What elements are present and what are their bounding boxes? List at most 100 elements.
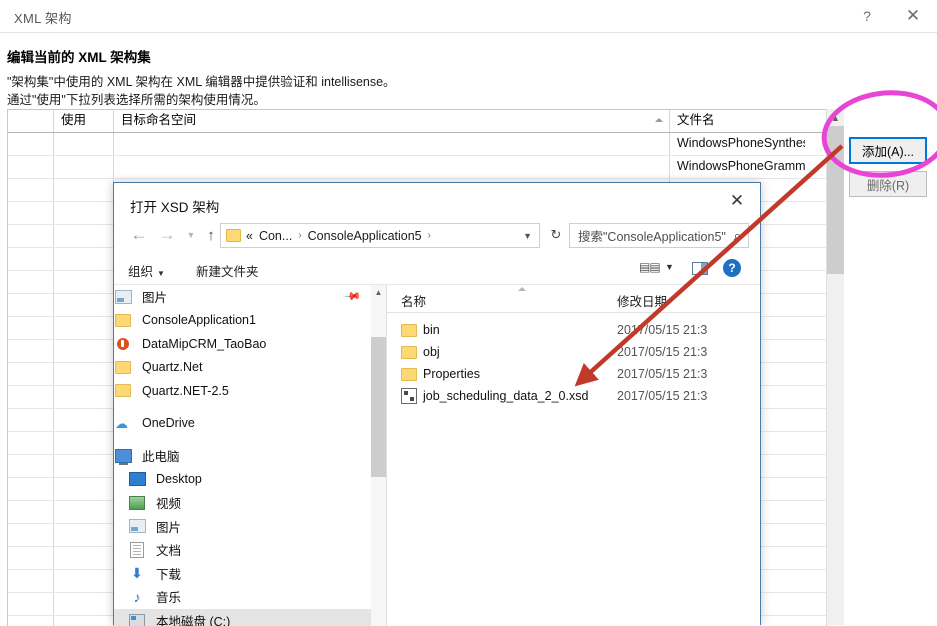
arrow-right-icon[interactable]: → — [154, 222, 180, 248]
cell-use — [54, 524, 114, 546]
row-selector-cell — [8, 179, 54, 201]
sort-asc-icon — [655, 118, 663, 122]
grid-header-select[interactable] — [8, 110, 54, 132]
file-list-item[interactable]: obj2017/05/15 21:3 — [387, 341, 760, 363]
cell-use — [54, 294, 114, 316]
table-row[interactable]: WindowsPhoneSynthesis- — [8, 133, 826, 156]
grid-header-namespace[interactable]: 目标命名空间 — [114, 110, 670, 132]
file-list-item[interactable]: Properties2017/05/15 21:3 — [387, 363, 760, 385]
new-folder-button[interactable]: 新建文件夹 — [196, 261, 259, 280]
row-selector-cell — [8, 478, 54, 500]
search-input[interactable]: 搜索"ConsoleApplication5" ⌕ — [569, 223, 749, 248]
cell-use — [54, 386, 114, 408]
row-selector-cell — [8, 340, 54, 362]
places-item-label: 图片 — [142, 287, 167, 306]
chevron-down-icon[interactable]: ▼ — [523, 231, 532, 241]
xml-schemas-window: XML 架构 ? ✕ 编辑当前的 XML 架构集 "架构集"中使用的 XML 架… — [0, 0, 937, 625]
scrollbar-thumb[interactable] — [371, 337, 386, 477]
places-scrollbar[interactable]: ▲ — [371, 285, 386, 626]
breadcrumb-prefix: « — [246, 229, 253, 243]
cell-use — [54, 271, 114, 293]
places-item-13[interactable]: 本地磁盘 (C:) — [114, 609, 386, 626]
cell-use — [54, 133, 114, 155]
row-selector-cell — [8, 294, 54, 316]
chevron-down-icon[interactable]: ▼ — [665, 262, 674, 272]
places-item-label: 本地磁盘 (C:) — [156, 611, 230, 626]
cell-namespace — [114, 133, 670, 155]
places-item-2[interactable]: DataMipCRM_TaoBao — [114, 332, 386, 356]
help-icon[interactable]: ? — [845, 0, 889, 32]
row-selector-cell — [8, 133, 54, 155]
folder-icon — [114, 383, 132, 399]
row-selector-cell — [8, 386, 54, 408]
places-item-label: ConsoleApplication1 — [142, 313, 256, 327]
picture-icon — [114, 289, 132, 305]
folder-icon — [401, 323, 417, 337]
grid-vertical-scrollbar[interactable]: ▲ — [826, 109, 844, 625]
scrollbar-thumb[interactable] — [827, 126, 844, 274]
help-circle-icon[interactable]: ? — [723, 259, 741, 277]
cell-use — [54, 363, 114, 385]
places-item-label: Quartz.Net — [142, 360, 202, 374]
file-dialog-toolbar: 组织▼ 新建文件夹 ▤▤ ▼ ? — [114, 253, 760, 286]
places-item-1[interactable]: ConsoleApplication1 — [114, 309, 386, 333]
refresh-icon[interactable]: ↻ — [546, 225, 566, 245]
places-item-8[interactable]: 视频 — [114, 491, 386, 515]
places-item-label: 下载 — [156, 564, 181, 583]
breadcrumb-item-1[interactable]: ConsoleApplication5 — [308, 229, 422, 243]
folder-icon — [114, 359, 132, 375]
column-header-name[interactable]: 名称 — [401, 291, 426, 310]
breadcrumb-separator-0: › — [298, 230, 301, 241]
cell-filename: WindowsPhoneGrammar- — [670, 156, 805, 178]
red-ball-icon — [114, 336, 132, 352]
file-date: 2017/05/15 21:3 — [617, 389, 707, 403]
grid-header-filename[interactable]: 文件名 — [670, 110, 805, 132]
page-title: 编辑当前的 XML 架构集 — [7, 46, 151, 66]
organize-menu[interactable]: 组织▼ — [128, 261, 165, 280]
file-list-item[interactable]: job_scheduling_data_2_0.xsd 2017/05/15 21… — [387, 385, 760, 407]
cell-use — [54, 593, 114, 615]
arrow-left-icon[interactable]: ← — [126, 222, 152, 248]
preview-pane-icon[interactable] — [692, 262, 708, 275]
places-item-10[interactable]: 文档 — [114, 538, 386, 562]
breadcrumb-separator-1: › — [428, 230, 431, 241]
row-selector-cell — [8, 317, 54, 339]
places-item-7[interactable]: Desktop — [114, 468, 386, 492]
breadcrumb[interactable]: « Con... › ConsoleApplication5 › ▼ — [220, 223, 540, 248]
file-list-rows: bin2017/05/15 21:3obj2017/05/15 21:3Prop… — [387, 319, 760, 407]
file-name: job_scheduling_data_2_0.xsd — [423, 389, 588, 403]
close-icon[interactable]: ✕ — [891, 0, 935, 32]
grid-header-use[interactable]: 使用 — [54, 110, 114, 132]
add-button[interactable]: 添加(A)... — [849, 137, 927, 164]
chevron-up-icon[interactable]: ▲ — [371, 285, 386, 300]
file-dialog-title: 打开 XSD 架构 — [130, 196, 219, 216]
delete-button[interactable]: 删除(R) — [849, 171, 927, 197]
grid-header-namespace-label: 目标命名空间 — [121, 113, 196, 127]
places-item-6[interactable]: 此电脑 — [114, 444, 386, 468]
places-list: 图片 ConsoleApplication1 DataMipCRM_TaoBao Qu… — [114, 285, 386, 626]
table-row[interactable]: WindowsPhoneGrammar- — [8, 156, 826, 179]
file-list-item[interactable]: bin2017/05/15 21:3 — [387, 319, 760, 341]
download-icon: ⬇ — [128, 565, 146, 581]
list-view-icon[interactable]: ▤▤ — [639, 260, 660, 274]
row-selector-cell — [8, 225, 54, 247]
file-date: 2017/05/15 21:3 — [617, 323, 707, 337]
breadcrumb-item-0[interactable]: Con... — [259, 229, 292, 243]
places-item-4[interactable]: Quartz.NET-2.5 — [114, 379, 386, 403]
chevron-up-icon[interactable]: ▲ — [827, 109, 844, 126]
cell-use — [54, 547, 114, 569]
places-item-label: DataMipCRM_TaoBao — [142, 337, 266, 351]
file-dialog-close-icon[interactable]: ✕ — [720, 187, 754, 214]
description-line-1: "架构集"中使用的 XML 架构在 XML 编辑器中提供验证和 intellis… — [7, 71, 396, 90]
places-item-label: 图片 — [156, 517, 181, 536]
places-item-11[interactable]: ⬇ 下载 — [114, 562, 386, 586]
column-header-date[interactable]: 修改日期 — [617, 291, 667, 310]
cloud-icon: ☁ — [114, 415, 132, 431]
places-item-5[interactable]: ☁OneDrive — [114, 412, 386, 436]
places-item-9[interactable]: 图片 — [114, 515, 386, 539]
places-item-3[interactable]: Quartz.Net — [114, 356, 386, 380]
places-item-label: 音乐 — [156, 587, 181, 606]
search-icon[interactable]: ⌕ — [734, 228, 741, 244]
places-item-12[interactable]: ♪音乐 — [114, 585, 386, 609]
cell-use — [54, 478, 114, 500]
